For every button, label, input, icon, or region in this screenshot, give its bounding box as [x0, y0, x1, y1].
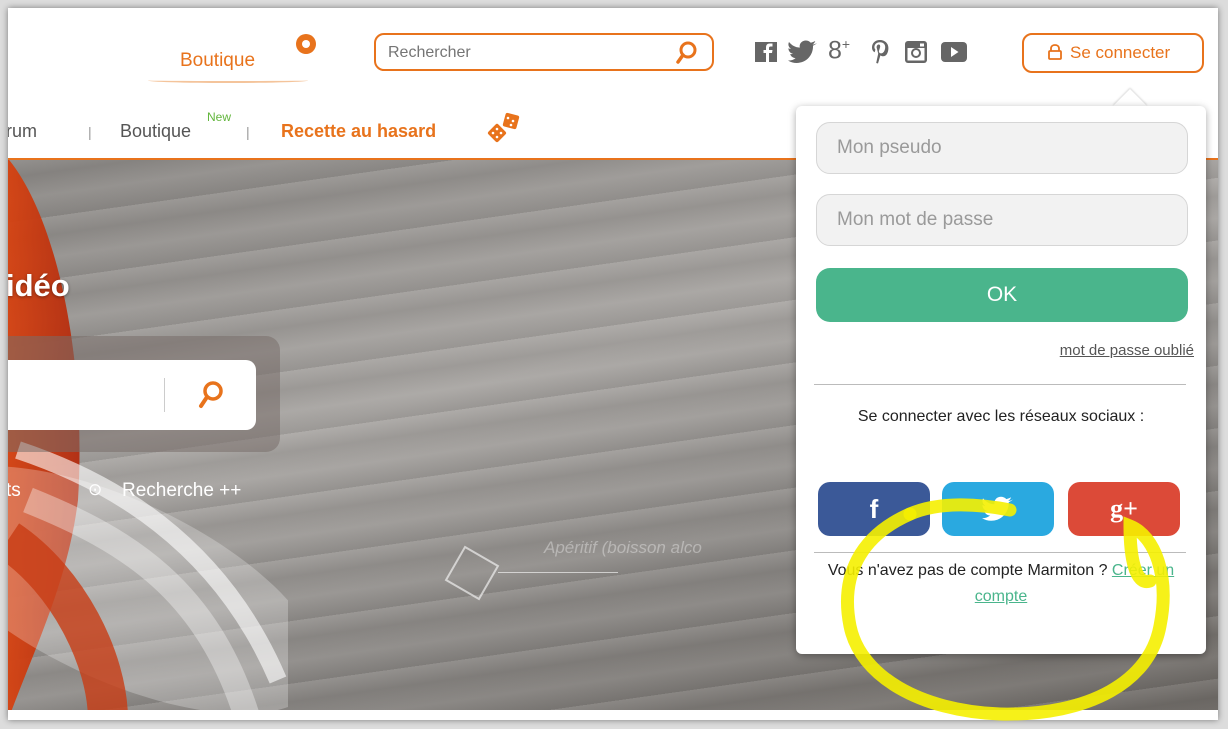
- google-plus-icon[interactable]: 8+: [828, 36, 850, 64]
- hero-title: idéo: [8, 268, 70, 303]
- carousel-line: [498, 572, 618, 573]
- login-button-label: Se connecter: [1070, 43, 1171, 62]
- forgot-password-link[interactable]: mot de passe oublié: [1060, 342, 1194, 359]
- search-icon[interactable]: [198, 380, 224, 410]
- highlight-annotation: [841, 498, 1170, 721]
- dice-icon: [487, 112, 520, 143]
- top-search-bar: [374, 33, 714, 71]
- search-icon[interactable]: [676, 41, 698, 65]
- nav-separator: |: [246, 124, 250, 140]
- login-button[interactable]: Se connecter: [1022, 33, 1204, 73]
- new-badge: New: [207, 110, 232, 124]
- password-field[interactable]: [816, 194, 1188, 246]
- ok-button[interactable]: OK: [816, 268, 1188, 322]
- youtube-icon[interactable]: [940, 38, 968, 66]
- instagram-icon[interactable]: [904, 38, 928, 66]
- twitter-icon[interactable]: [788, 38, 818, 66]
- circle-chevron-icon: ⊙: [88, 480, 103, 499]
- username-input[interactable]: [835, 136, 1169, 160]
- hero-search-box[interactable]: [8, 360, 256, 430]
- carousel-marker: [444, 545, 500, 601]
- boutique-link[interactable]: Boutique: [180, 50, 255, 72]
- search-input[interactable]: [386, 43, 660, 63]
- nav-separator: |: [88, 124, 92, 140]
- hero-link-left[interactable]: ts: [8, 480, 21, 502]
- username-field[interactable]: [816, 122, 1188, 174]
- lock-icon: [1048, 44, 1062, 60]
- boutique-underline: [148, 78, 308, 83]
- password-input[interactable]: [835, 208, 1169, 232]
- divider: [814, 384, 1186, 385]
- nav-item-random-recipe[interactable]: Recette au hasard: [281, 121, 436, 142]
- social-login-title: Se connecter avec les réseaux sociaux :: [857, 408, 1145, 425]
- advanced-search-link[interactable]: Recherche ++: [122, 480, 241, 502]
- hero-caption: Apéritif (boisson alco: [544, 538, 702, 557]
- chat-bubble-icon: [296, 34, 316, 54]
- nav-item-forum[interactable]: rum: [8, 121, 37, 142]
- facebook-icon[interactable]: [754, 38, 778, 66]
- search-divider: [164, 378, 165, 412]
- pinterest-icon[interactable]: [870, 38, 890, 66]
- nav-item-boutique[interactable]: Boutique: [120, 121, 191, 142]
